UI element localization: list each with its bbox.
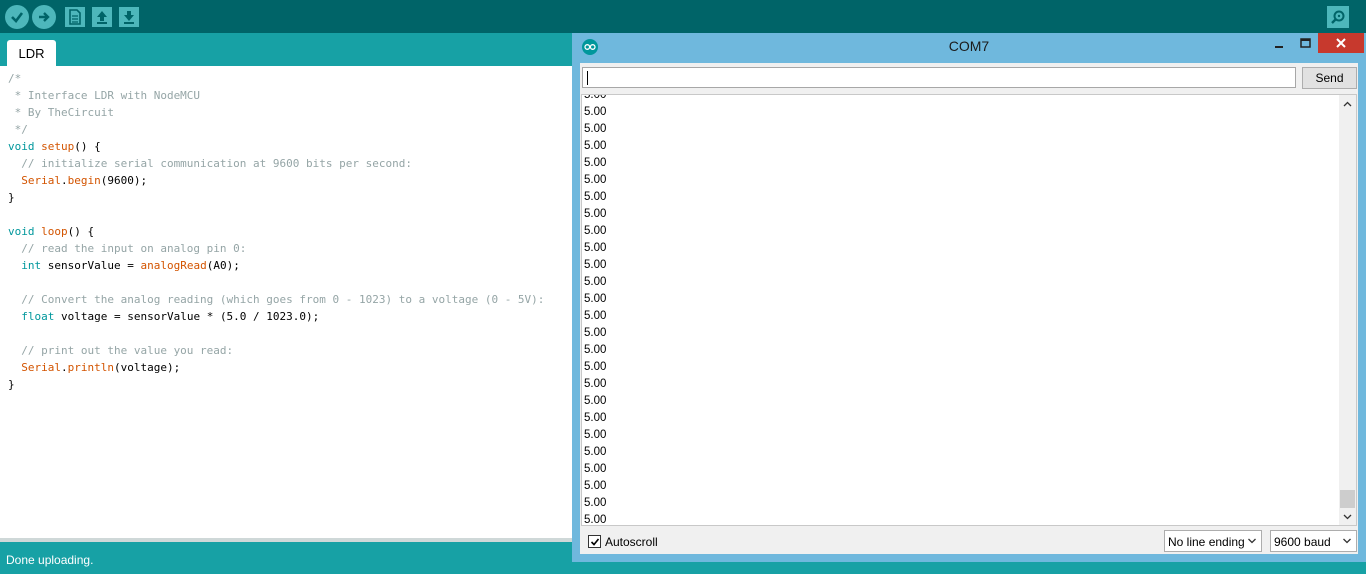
output-line: 5.00 [584,514,607,526]
code-line: Serial.begin(9600); [21,174,148,187]
code-line: int sensorValue = analogRead(A0); [21,259,240,272]
output-line: 5.00 [584,497,607,509]
line-ending-select[interactable]: No line ending [1164,530,1262,552]
baud-rate-select[interactable]: 9600 baud [1270,530,1357,552]
serial-monitor-body: Send 5.00 5.00 5.00 5.00 5.00 5.00 5.00 5.00 5.0… [580,63,1358,554]
code-line: } [8,191,15,204]
tab-ldr[interactable]: LDR [7,40,56,66]
output-line: 5.00 [584,259,607,271]
code-line: } [8,378,15,391]
new-button[interactable] [65,7,85,27]
code-line: // read the input on analog pin 0: [8,242,247,255]
code-text: /* * Interface LDR with NodeMCU * By The… [0,66,572,393]
code-line: // print out the value you read: [8,344,234,357]
upload-icon [39,12,50,22]
output-line: 5.00 [584,157,607,169]
output-line: 5.00 [584,310,607,322]
code-line: float voltage = sensorValue * (5.0 / 102… [21,310,320,323]
send-input[interactable] [582,67,1296,88]
upload-button[interactable] [32,5,56,29]
code-line: * Interface LDR with NodeMCU [8,89,201,102]
chevron-down-icon [1343,514,1352,519]
checkmark-icon [590,537,599,546]
output-line: 5.00 [584,94,607,101]
minimize-button[interactable] [1268,37,1290,55]
output-line: 5.00 [584,242,607,254]
output-line: 5.00 [584,140,607,152]
scroll-down-button[interactable] [1339,508,1356,525]
maximize-button[interactable] [1294,35,1316,53]
output-line: 5.00 [584,361,607,373]
open-icon [97,11,107,24]
code-line: Serial.println(voltage); [21,361,181,374]
title-bar[interactable]: COM7 [572,33,1366,61]
line-ending-value: No line ending [1168,535,1245,549]
output-lines: 5.00 5.00 5.00 5.00 5.00 5.00 5.00 5.00 5.00 5.00… [584,94,607,526]
vertical-scrollbar[interactable] [1339,95,1356,525]
close-button[interactable] [1318,33,1364,53]
output-line: 5.00 [584,344,607,356]
minimize-icon [1275,46,1283,48]
output-line: 5.00 [584,174,607,186]
output-line: 5.00 [584,123,607,135]
toolbar [0,0,1366,33]
save-button[interactable] [119,7,139,27]
code-editor[interactable]: /* * Interface LDR with NodeMCU * By The… [0,66,572,538]
autoscroll-label: Autoscroll [605,535,658,549]
code-line: */ [8,123,28,136]
output-line: 5.00 [584,412,607,424]
serial-monitor-button[interactable] [1327,6,1349,28]
chevron-down-icon [1248,538,1256,544]
output-line: 5.00 [584,208,607,220]
baud-rate-value: 9600 baud [1274,535,1331,549]
window-title: COM7 [948,38,990,54]
chevron-down-icon [1343,538,1351,544]
output-line: 5.00 [584,463,607,475]
output-line: 5.00 [584,446,607,458]
save-icon [124,11,134,24]
serial-monitor-icon [1331,10,1345,24]
maximize-icon [1300,38,1311,48]
serial-monitor-window: COM7 Send 5.00 5.00 5.00 5.00 5.00 5.00 5.00 5.… [572,33,1366,562]
output-line: 5.00 [584,106,607,118]
output-line: 5.00 [584,378,607,390]
output-line: 5.00 [584,293,607,305]
scroll-up-button[interactable] [1339,95,1356,112]
code-line: // initialize serial communication at 96… [8,157,412,170]
open-button[interactable] [92,7,112,27]
verify-icon [11,12,24,23]
chevron-up-icon [1343,101,1352,106]
autoscroll-checkbox[interactable] [588,535,601,548]
code-line: * By TheCircuit [8,106,114,119]
new-icon [69,9,81,25]
verify-button[interactable] [5,5,29,29]
send-button[interactable]: Send [1302,67,1357,89]
code-line: void loop() { [8,225,95,238]
output-line: 5.00 [584,276,607,288]
output-line: 5.00 [584,225,607,237]
tab-bar: LDR [0,33,572,66]
code-line: void setup() { [8,140,101,153]
text-caret [587,71,588,85]
scrollbar-thumb[interactable] [1340,490,1355,508]
output-line: 5.00 [584,191,607,203]
code-line: // Convert the analog reading (which goe… [8,293,545,306]
output-line: 5.00 [584,327,607,339]
code-line: /* [8,72,22,85]
close-icon [1336,38,1346,48]
output-line: 5.00 [584,429,607,441]
output-line: 5.00 [584,395,607,407]
status-text: Done uploading. [6,553,94,567]
serial-output[interactable]: 5.00 5.00 5.00 5.00 5.00 5.00 5.00 5.00 5.00 5.00… [581,94,1357,526]
output-line: 5.00 [584,480,607,492]
